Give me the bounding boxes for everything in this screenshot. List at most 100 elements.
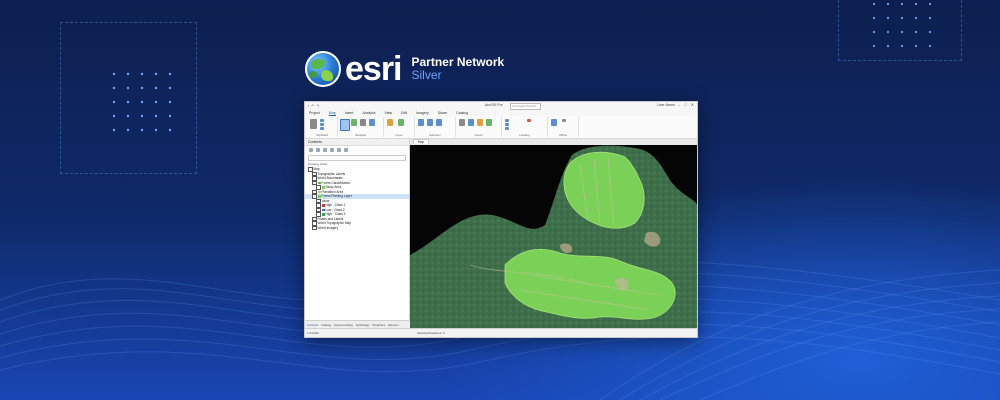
list-by-snapping-icon[interactable] [337, 148, 341, 152]
select-by-location-icon[interactable] [436, 119, 442, 126]
layer-symbol-swatch [321, 213, 325, 216]
pane-tab-element[interactable]: Element [388, 323, 398, 327]
basemap-icon[interactable] [387, 119, 393, 126]
bookmarks-icon[interactable] [360, 119, 366, 126]
ribbon-group-inquiry: Inquiry [456, 117, 502, 137]
list-by-labeling-icon[interactable] [344, 148, 348, 152]
go-to-xy-icon[interactable] [369, 119, 375, 126]
pane-tab-properties[interactable]: Properties [373, 323, 386, 327]
esri-wordmark: esri [345, 50, 402, 88]
layer-symbol-swatch [321, 186, 325, 189]
more-labels-icon[interactable] [505, 127, 509, 130]
add-data-icon[interactable] [398, 119, 404, 126]
layer-list: Map Topographic Labels World Boundaries For… [305, 167, 409, 230]
coordinate-conversion-icon[interactable] [486, 119, 492, 126]
map-view-tab[interactable]: Map [413, 139, 430, 144]
pane-tab-catalog[interactable]: Catalog [321, 323, 331, 327]
measure-icon[interactable] [459, 119, 465, 126]
layer-symbol-swatch [317, 181, 321, 184]
ribbon: Clipboard Navigate Layer Selection Inqui… [305, 116, 697, 139]
pane-tab-geoprocessing[interactable]: Geoprocessing [334, 323, 353, 327]
paste-icon[interactable] [310, 119, 317, 129]
tab-edit[interactable]: Edit [401, 111, 407, 115]
infographics-icon[interactable] [477, 119, 483, 126]
layer-symbol-swatch [321, 208, 325, 211]
tab-share[interactable]: Share [438, 111, 447, 115]
window-controls: – □ ✕ [678, 102, 694, 107]
user-name[interactable]: User Name [657, 103, 675, 107]
partner-program: Partner Network Silver [412, 56, 505, 82]
command-search-input[interactable]: Command Search [510, 103, 541, 110]
selected-features-count: Selected Features: 0 [417, 331, 445, 335]
group-label-offline: Offline [558, 133, 568, 137]
arcgis-pro-window: ▪ ↶ ↷ ArcGIS Pro Command Search User Nam… [304, 101, 698, 338]
pause-labels-icon[interactable] [505, 119, 509, 122]
locate-icon[interactable] [468, 119, 474, 126]
satellite-map[interactable] [410, 145, 697, 329]
tab-imagery[interactable]: Imagery [416, 111, 429, 115]
group-label-selection: Selection [429, 133, 441, 137]
list-by-selection-icon[interactable] [323, 148, 327, 152]
copy-path-icon[interactable] [320, 127, 324, 130]
select-icon[interactable] [418, 119, 424, 126]
group-label-clipboard: Clipboard [316, 133, 328, 137]
app-body: Contents Drawing Order Map Topographic La… [305, 139, 697, 337]
list-by-source-icon[interactable] [316, 148, 320, 152]
list-by-editing-icon[interactable] [330, 148, 334, 152]
close-button[interactable]: ✕ [691, 102, 694, 107]
layer-row[interactable]: World Imagery [305, 225, 409, 230]
esri-partner-logo: esri Partner Network Silver [305, 48, 504, 90]
list-by-drawing-order-icon[interactable] [309, 148, 313, 152]
contents-search-input[interactable] [308, 155, 406, 161]
save-icon[interactable]: ▪ [308, 104, 309, 108]
map-scale[interactable]: 1:24,000 [307, 329, 319, 337]
title-bar: ▪ ↶ ↷ ArcGIS Pro Command Search User Nam… [305, 102, 697, 110]
status-bar: 1:24,000 Selected Features: 0 [305, 328, 697, 337]
layer-visibility-checkbox[interactable] [312, 225, 317, 230]
layer-symbol-swatch [317, 190, 321, 193]
pane-tab-symbology[interactable]: Symbology [356, 323, 370, 327]
ribbon-group-selection: Selection [415, 117, 456, 137]
full-extent-icon[interactable] [351, 119, 357, 126]
tab-view[interactable]: View [385, 111, 393, 115]
layer-symbol-swatch [321, 204, 325, 207]
tab-catalog[interactable]: Catalog [456, 111, 468, 115]
copy-icon[interactable] [320, 123, 324, 126]
ribbon-group-clipboard: Clipboard [307, 117, 338, 137]
ribbon-group-labeling: Labeling [502, 117, 548, 137]
minimize-button[interactable]: – [678, 102, 680, 107]
dot-grid-right [872, 2, 932, 48]
undo-icon[interactable]: ↶ [311, 104, 314, 108]
layer-label: World Imagery [317, 225, 339, 230]
contents-pane-title: Contents [305, 139, 409, 146]
tab-map[interactable]: Map [328, 111, 336, 116]
map-view[interactable]: Map [410, 139, 697, 329]
redo-icon[interactable]: ↷ [316, 104, 319, 108]
contents-pane: Contents Drawing Order Map Topographic La… [305, 139, 411, 329]
pane-tab-contents[interactable]: Contents [307, 323, 318, 327]
explore-icon[interactable] [340, 119, 350, 131]
sync-icon[interactable] [562, 119, 566, 122]
ribbon-group-layer: Layer [384, 117, 415, 137]
convert-labels-icon[interactable] [527, 119, 531, 122]
lock-labels-icon[interactable] [505, 123, 509, 126]
layer-symbol-swatch [317, 195, 321, 198]
contents-toolbar [305, 146, 409, 154]
group-label-layer: Layer [395, 133, 403, 137]
partner-tier-label: Silver [411, 68, 442, 82]
tab-project[interactable]: Project [309, 111, 320, 115]
cut-icon[interactable] [320, 119, 324, 122]
group-label-inquiry: Inquiry [474, 133, 483, 137]
dot-grid-left [112, 72, 172, 132]
group-label-navigate: Navigate [354, 133, 367, 137]
tab-insert[interactable]: Insert [345, 111, 354, 115]
layer-visibility-checkbox[interactable] [316, 185, 321, 190]
tab-analysis[interactable]: Analysis [362, 111, 375, 115]
globe-icon [305, 51, 341, 87]
group-label-labeling: Labeling [519, 133, 530, 137]
ribbon-group-navigate: Navigate [338, 117, 384, 137]
maximize-button[interactable]: □ [684, 102, 686, 107]
window-title: ArcGIS Pro [485, 103, 503, 107]
select-by-attributes-icon[interactable] [427, 119, 433, 126]
download-map-icon[interactable] [551, 119, 557, 126]
